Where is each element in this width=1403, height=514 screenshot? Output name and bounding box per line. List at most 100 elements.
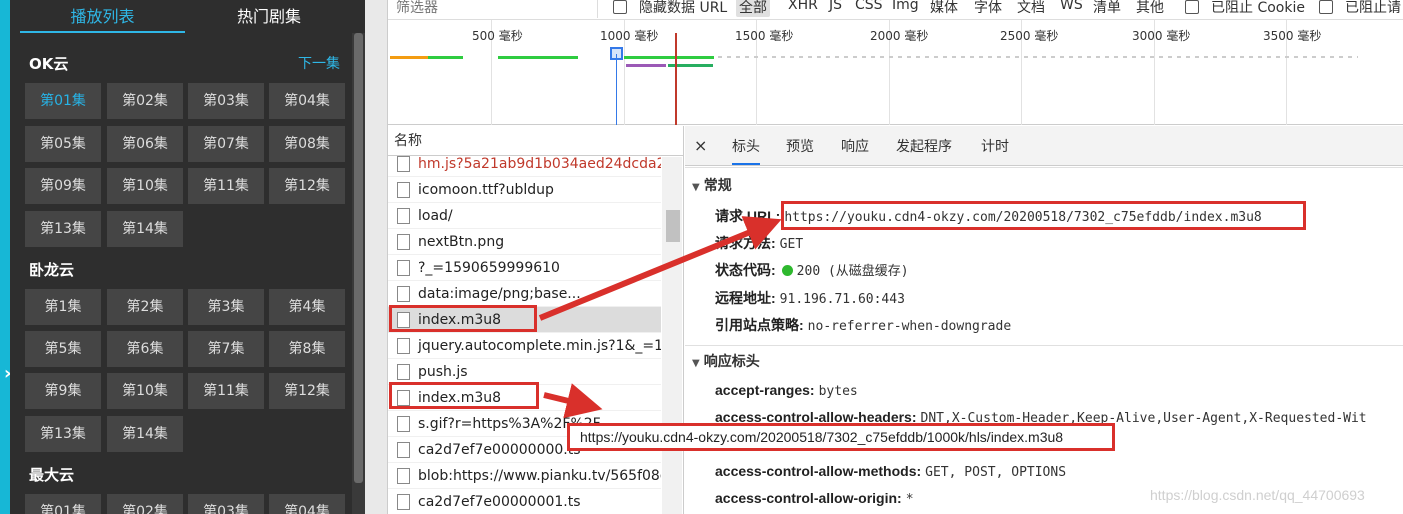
episode-button[interactable]: 第08集	[269, 126, 345, 162]
request-row[interactable]: hm.js?5a21ab9d1b034aed24dcda257	[388, 151, 661, 177]
request-row[interactable]: icomoon.ttf?ubldup	[388, 177, 661, 203]
blocked-cookies-checkbox[interactable]	[1185, 0, 1199, 14]
response-headers-section-header[interactable]: ▼ 响应标头	[692, 351, 760, 371]
watermark: https://blog.csdn.net/qq_44700693	[1150, 487, 1365, 503]
episode-button[interactable]: 第9集	[25, 373, 101, 409]
episode-button[interactable]: 第3集	[188, 289, 264, 325]
request-row[interactable]: load/	[388, 203, 661, 229]
request-name: load/	[418, 208, 453, 224]
episode-button[interactable]: 第05集	[25, 126, 101, 162]
panel-gap	[365, 0, 387, 514]
episode-button[interactable]: 第14集	[107, 211, 183, 247]
status-code-key: 状态代码:	[715, 262, 776, 278]
episode-button[interactable]: 第06集	[107, 126, 183, 162]
episode-button[interactable]: 第8集	[269, 331, 345, 367]
type-filter-font[interactable]: 字体	[974, 0, 1002, 17]
type-filter-ws[interactable]: WS	[1060, 0, 1083, 13]
request-row[interactable]: blob:https://www.pianku.tv/565f08cf-	[388, 463, 661, 489]
next-episode-link[interactable]: 下一集	[298, 53, 340, 73]
timeline-dashes	[718, 56, 1358, 58]
type-filter-css[interactable]: CSS	[855, 0, 883, 13]
timeline-bar	[390, 56, 428, 59]
timeline-label: 2000 毫秒	[870, 29, 929, 43]
tab-headers[interactable]: 标头	[732, 136, 760, 165]
episode-button[interactable]: 第14集	[107, 416, 183, 452]
general-section-header[interactable]: ▼ 常规	[692, 175, 732, 195]
request-row[interactable]: jquery.autocomplete.min.js?1&_=159	[388, 333, 661, 359]
response-header-value: *	[905, 492, 914, 507]
episode-button[interactable]: 第02集	[107, 494, 183, 514]
type-filter-xhr[interactable]: XHR	[788, 0, 818, 13]
network-timeline[interactable]: 500 毫秒 1000 毫秒 1500 毫秒 2000 毫秒 2500 毫秒 3…	[388, 20, 1403, 125]
request-name: blob:https://www.pianku.tv/565f08cf-	[418, 468, 661, 484]
episode-button[interactable]: 第09集	[25, 168, 101, 204]
episode-button[interactable]: 第12集	[269, 373, 345, 409]
blocked-requests-checkbox[interactable]	[1319, 0, 1333, 14]
episode-button[interactable]: 第4集	[269, 289, 345, 325]
episode-button[interactable]: 第04集	[269, 494, 345, 514]
filter-input[interactable]	[388, 0, 598, 18]
episode-button[interactable]: 第7集	[188, 331, 264, 367]
response-header-row: access-control-allow-origin: *	[715, 490, 914, 507]
episode-button[interactable]: 第10集	[107, 168, 183, 204]
tab-timing[interactable]: 计时	[981, 136, 1009, 156]
status-code-value: 200 (从磁盘缓存)	[796, 264, 909, 279]
type-filter-all[interactable]: 全部	[736, 0, 770, 17]
timeline-selection-box[interactable]	[610, 47, 623, 60]
source-title-wolong: 卧龙云	[29, 261, 75, 279]
tab-playlist[interactable]: 播放列表	[20, 0, 185, 33]
episode-button[interactable]: 第13集	[25, 211, 101, 247]
tab-preview[interactable]: 预览	[786, 136, 814, 156]
type-filter-manifest[interactable]: 清单	[1093, 0, 1121, 17]
request-row[interactable]: data:image/png;base...	[388, 281, 661, 307]
request-name: ca2d7ef7e00000000.ts	[418, 442, 581, 458]
hide-data-url-checkbox[interactable]	[613, 0, 627, 14]
request-name: data:image/png;base...	[418, 286, 581, 302]
episode-button[interactable]: 第01集	[25, 83, 101, 119]
episode-button[interactable]: 第02集	[107, 83, 183, 119]
response-header-key: access-control-allow-methods:	[715, 463, 922, 479]
tab-response[interactable]: 响应	[841, 136, 869, 156]
type-filter-other[interactable]: 其他	[1136, 0, 1164, 17]
request-row[interactable]: ca2d7ef7e00000001.ts	[388, 489, 661, 514]
type-filter-media[interactable]: 媒体	[930, 0, 958, 17]
file-icon	[397, 416, 410, 432]
episode-button[interactable]: 第03集	[188, 83, 264, 119]
episode-button[interactable]: 第07集	[188, 126, 264, 162]
triangle-down-icon: ▼	[692, 358, 700, 369]
playlist-scroll-thumb[interactable]	[354, 33, 363, 483]
type-filter-doc[interactable]: 文档	[1017, 0, 1045, 17]
episode-button[interactable]: 第12集	[269, 168, 345, 204]
episode-button[interactable]: 第11集	[188, 373, 264, 409]
request-name: jquery.autocomplete.min.js?1&_=159	[418, 338, 661, 354]
referrer-policy-value: no-referrer-when-downgrade	[807, 319, 1012, 334]
filter-bar: 隐藏数据 URL 全部 XHR JS CSS Img 媒体 字体 文档 WS 清…	[388, 0, 1403, 20]
request-row[interactable]: nextBtn.png	[388, 229, 661, 255]
general-section-title: 常规	[703, 178, 732, 194]
response-header-value: GET, POST, OPTIONS	[925, 465, 1067, 480]
request-row[interactable]: ?_=1590659999610	[388, 255, 661, 281]
type-filter-js[interactable]: JS	[829, 0, 842, 13]
timeline-label: 3000 毫秒	[1132, 29, 1191, 43]
divider	[685, 345, 1403, 346]
episode-button[interactable]: 第2集	[107, 289, 183, 325]
episode-button[interactable]: 第5集	[25, 331, 101, 367]
episode-button[interactable]: 第13集	[25, 416, 101, 452]
close-icon[interactable]: ×	[694, 136, 707, 155]
remote-address-row: 远程地址: 91.196.71.60:443	[715, 288, 905, 308]
type-filter-img[interactable]: Img	[892, 0, 919, 13]
request-list-scroll-thumb[interactable]	[666, 210, 680, 242]
tab-initiator[interactable]: 发起程序	[896, 136, 952, 156]
request-method-row: 请求方法: GET	[715, 233, 803, 253]
domcontentloaded-marker	[616, 54, 617, 125]
episode-button[interactable]: 第01集	[25, 494, 101, 514]
episode-button[interactable]: 第03集	[188, 494, 264, 514]
episode-button[interactable]: 第10集	[107, 373, 183, 409]
hide-data-url-label: 隐藏数据 URL	[639, 0, 728, 16]
episode-button[interactable]: 第11集	[188, 168, 264, 204]
episode-button[interactable]: 第1集	[25, 289, 101, 325]
episode-button[interactable]: 第04集	[269, 83, 345, 119]
source-title-ok: OK云	[29, 55, 69, 73]
tab-hot-series[interactable]: 热门剧集	[185, 0, 353, 33]
episode-button[interactable]: 第6集	[107, 331, 183, 367]
